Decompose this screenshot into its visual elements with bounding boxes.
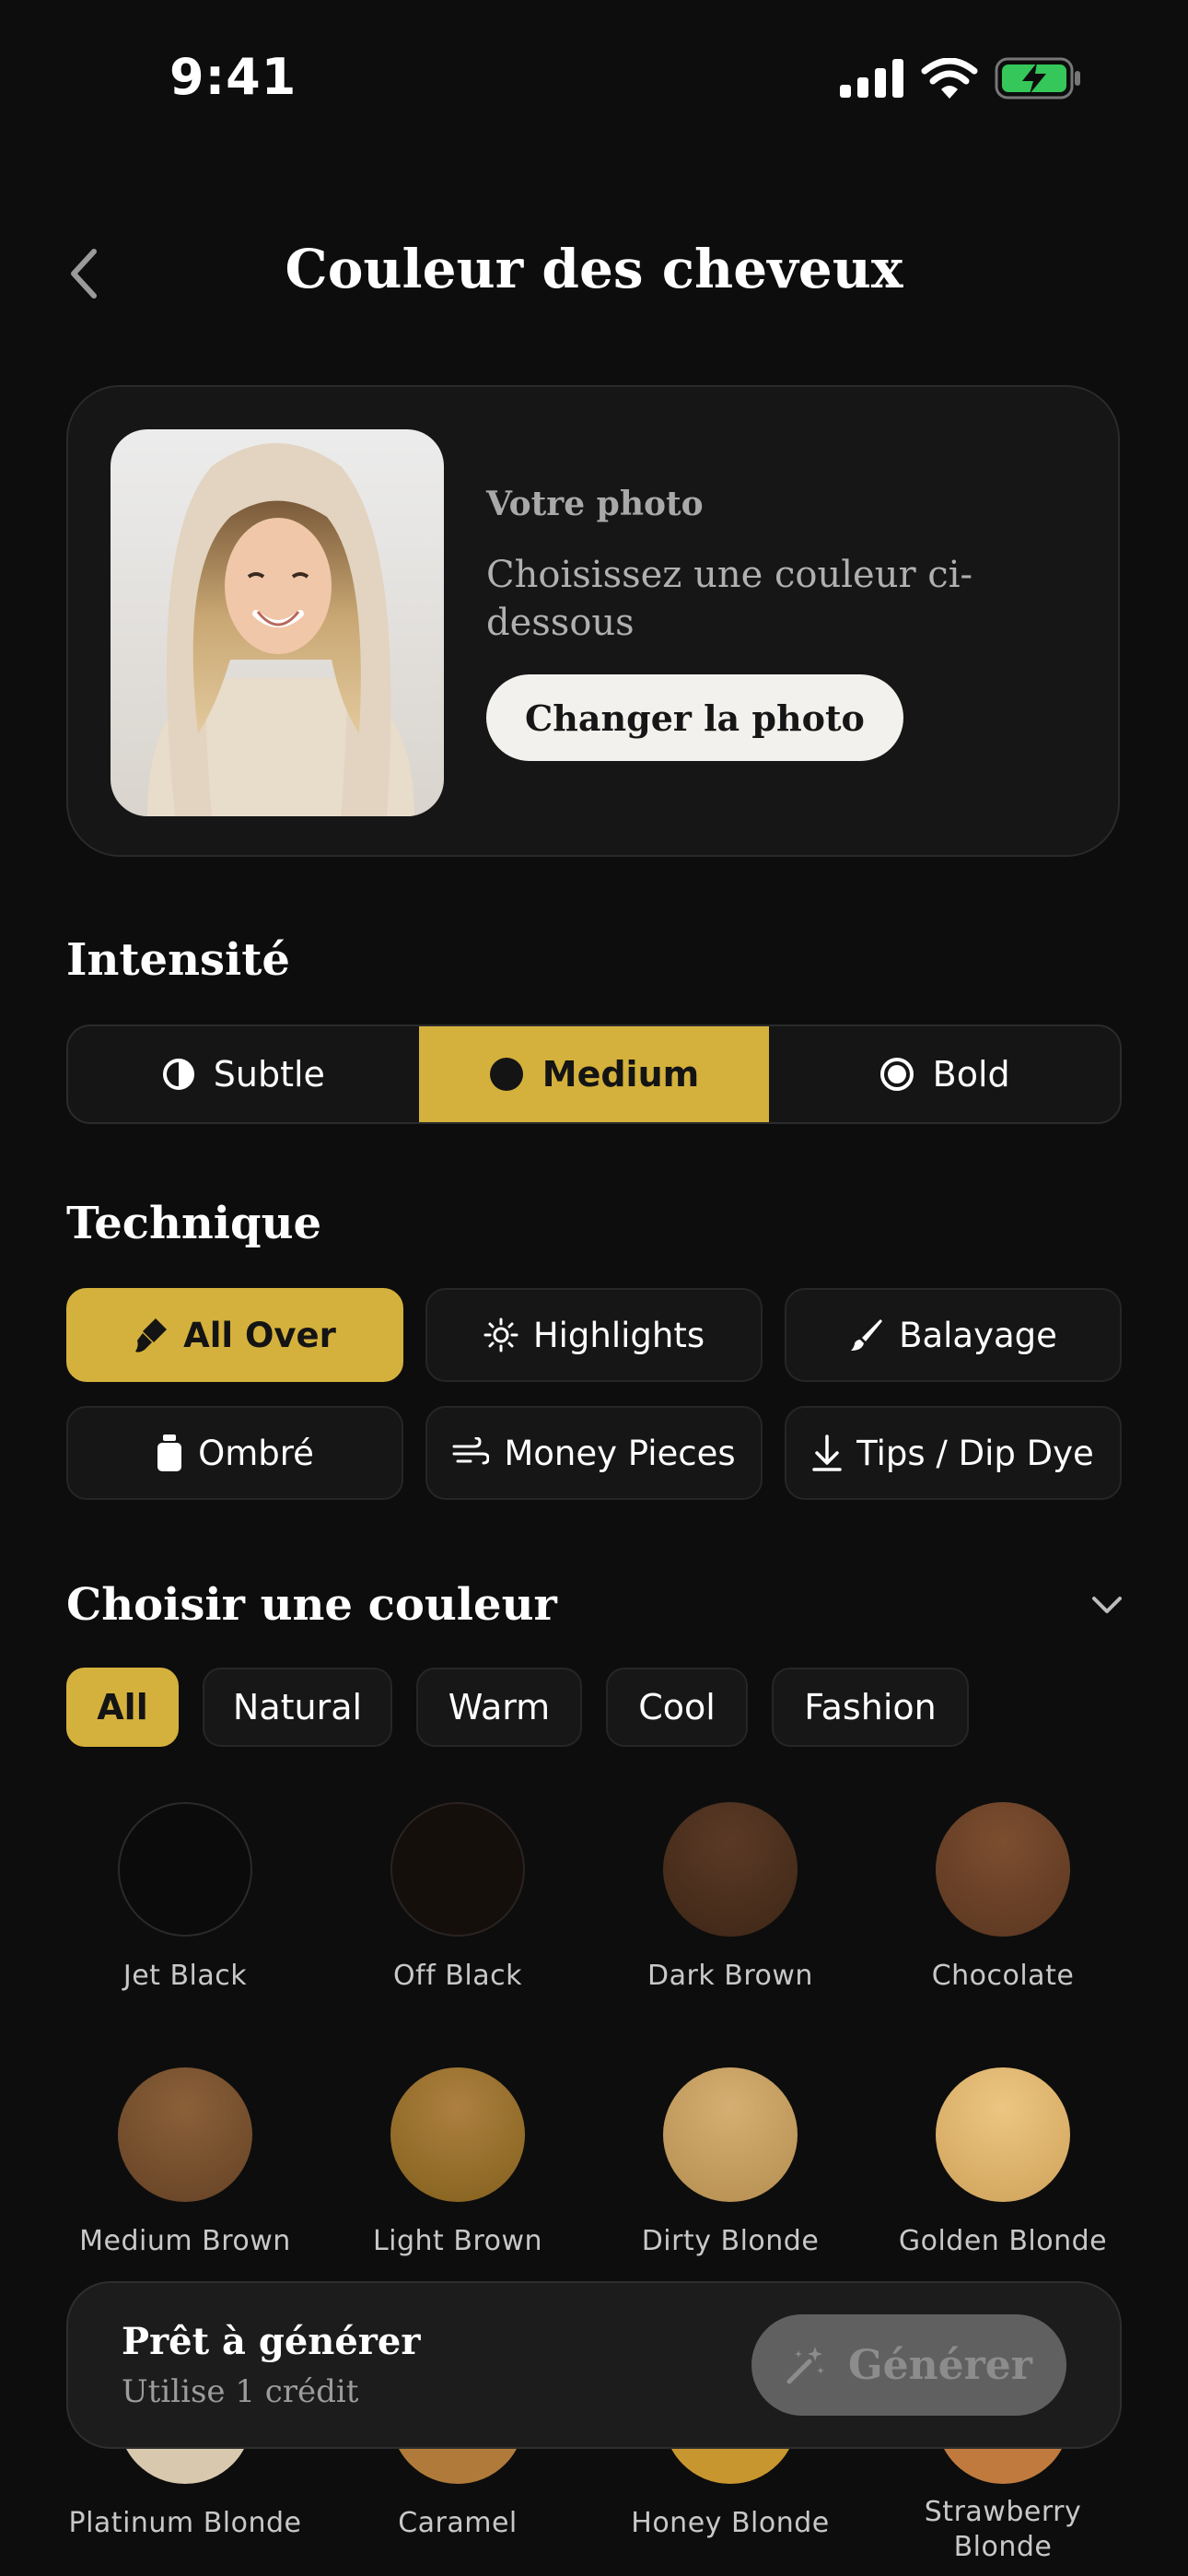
swatch-label: Caramel <box>398 2507 518 2539</box>
swatch-dark-brown[interactable]: Dark Brown <box>594 1802 867 1994</box>
magic-wand-icon <box>786 2347 825 2384</box>
technique-ombre-label: Ombré <box>198 1433 314 1473</box>
filter-cool[interactable]: Cool <box>606 1668 748 1747</box>
technique-ombre[interactable]: Ombré <box>66 1406 403 1500</box>
intensity-medium[interactable]: Medium <box>418 1026 770 1122</box>
swatch-circle <box>663 1802 798 1937</box>
intensity-bold[interactable]: Bold <box>769 1026 1120 1122</box>
intensity-heading: Intensité <box>66 934 290 986</box>
intensity-bold-label: Bold <box>932 1054 1010 1095</box>
filter-natural[interactable]: Natural <box>203 1668 392 1747</box>
colors-heading: Choisir une couleur <box>66 1579 557 1631</box>
swatch-jet-black[interactable]: Jet Black <box>49 1802 321 1994</box>
photo-hint: Choisissez une couleur ci-dessous <box>486 554 973 644</box>
swatch-chocolate[interactable]: Chocolate <box>867 1802 1139 1994</box>
signal-icon <box>840 59 903 98</box>
ready-title: Prêt à générer <box>122 2320 421 2363</box>
photo-label: Votre photo <box>486 485 704 523</box>
wifi-icon <box>921 58 978 99</box>
technique-money-pieces-label: Money Pieces <box>504 1433 736 1473</box>
generate-bar: Prêt à générer Utilise 1 crédit Générer <box>66 2281 1122 2449</box>
photo-card: Votre photo Choisissez une couleur ci-de… <box>66 385 1120 857</box>
credit-info: Utilise 1 crédit <box>122 2373 359 2410</box>
filled-circle-icon <box>489 1058 523 1091</box>
filter-warm[interactable]: Warm <box>416 1668 582 1747</box>
swatch-off-black[interactable]: Off Black <box>321 1802 594 1994</box>
chevron-down-icon <box>1092 1597 1122 1613</box>
technique-heading: Technique <box>66 1198 322 1249</box>
battery-icon <box>995 57 1080 100</box>
paintbrush-icon <box>851 1319 883 1351</box>
intensity-selector: Subtle Medium Bold <box>66 1025 1122 1124</box>
swatch-label: Chocolate <box>931 1960 1075 1992</box>
technique-all-over[interactable]: All Over <box>66 1288 403 1382</box>
swatch-circle <box>390 1802 525 1937</box>
technique-all-over-label: All Over <box>183 1315 336 1355</box>
technique-balayage-label: Balayage <box>899 1315 1057 1355</box>
swatch-label: Honey Blonde <box>631 2507 830 2539</box>
intensity-subtle-label: Subtle <box>213 1054 325 1095</box>
swatch-label: Golden Blonde <box>898 2225 1108 2257</box>
status-time: 9:41 <box>169 48 297 106</box>
swatch-label: Platinum Blonde <box>68 2507 302 2539</box>
half-circle-icon <box>162 1059 194 1090</box>
swatch-circle <box>663 2067 798 2202</box>
ring-dot-icon <box>879 1058 914 1091</box>
swatch-circle <box>390 2067 525 2202</box>
intensity-subtle[interactable]: Subtle <box>68 1026 419 1122</box>
generate-button-label: Générer <box>848 2341 1032 2389</box>
swatch-circle <box>936 2067 1070 2202</box>
status-icons <box>840 57 1081 100</box>
swatch-golden-blonde[interactable]: Golden Blonde <box>867 2067 1139 2259</box>
user-photo[interactable] <box>111 429 444 816</box>
technique-highlights-label: Highlights <box>532 1315 705 1355</box>
generate-button[interactable]: Générer <box>751 2314 1066 2416</box>
bottle-icon <box>157 1434 182 1471</box>
swatch-label: Light Brown <box>372 2225 543 2257</box>
sun-icon <box>483 1317 518 1352</box>
filter-all[interactable]: All <box>66 1668 179 1747</box>
change-photo-button[interactable]: Changer la photo <box>486 674 903 761</box>
swatch-label: Jet Black <box>122 1960 248 1992</box>
swatch-circle <box>936 1802 1070 1937</box>
collapse-toggle[interactable] <box>1090 1588 1124 1625</box>
intensity-medium-label: Medium <box>542 1054 700 1095</box>
swatch-light-brown[interactable]: Light Brown <box>321 2067 594 2259</box>
technique-tips-label: Tips / Dip Dye <box>856 1433 1094 1473</box>
swatch-label: Dirty Blonde <box>641 2225 820 2257</box>
technique-balayage[interactable]: Balayage <box>785 1288 1122 1382</box>
technique-tips-dip-dye[interactable]: Tips / Dip Dye <box>785 1406 1122 1500</box>
wind-icon <box>452 1437 490 1465</box>
technique-highlights[interactable]: Highlights <box>425 1288 763 1382</box>
filter-fashion[interactable]: Fashion <box>772 1668 969 1747</box>
swatch-label: Strawberry Blonde <box>924 2496 1082 2563</box>
swatch-dirty-blonde[interactable]: Dirty Blonde <box>594 2067 867 2259</box>
page-title: Couleur des cheveux <box>285 238 903 300</box>
technique-money-pieces[interactable]: Money Pieces <box>425 1406 763 1500</box>
swatch-circle <box>118 1802 252 1937</box>
swatch-medium-brown[interactable]: Medium Brown <box>49 2067 321 2259</box>
swatch-label: Off Black <box>393 1960 522 1992</box>
arrow-down-icon <box>812 1434 842 1471</box>
swatch-circle <box>118 2067 252 2202</box>
swatch-label: Medium Brown <box>79 2225 291 2257</box>
brush-icon <box>135 1318 168 1352</box>
swatch-label: Dark Brown <box>647 1960 813 1992</box>
